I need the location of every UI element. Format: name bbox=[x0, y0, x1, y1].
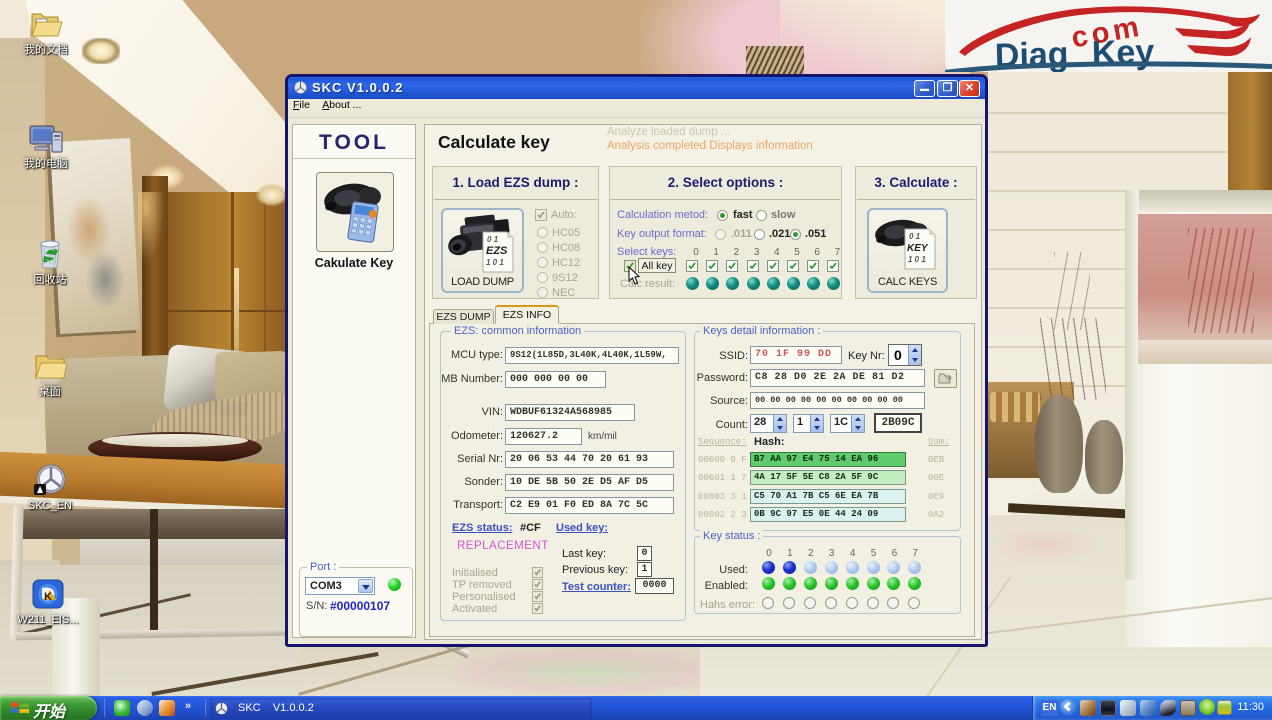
svg-text:1 0 1: 1 0 1 bbox=[486, 258, 504, 267]
svg-text:KEY: KEY bbox=[907, 243, 929, 254]
svg-text:EZS: EZS bbox=[486, 245, 508, 257]
svg-text:0 1: 0 1 bbox=[487, 235, 499, 244]
svg-text:1 0 1: 1 0 1 bbox=[908, 255, 926, 264]
svg-text:0 1: 0 1 bbox=[909, 232, 921, 241]
svg-text:K: K bbox=[44, 591, 52, 603]
